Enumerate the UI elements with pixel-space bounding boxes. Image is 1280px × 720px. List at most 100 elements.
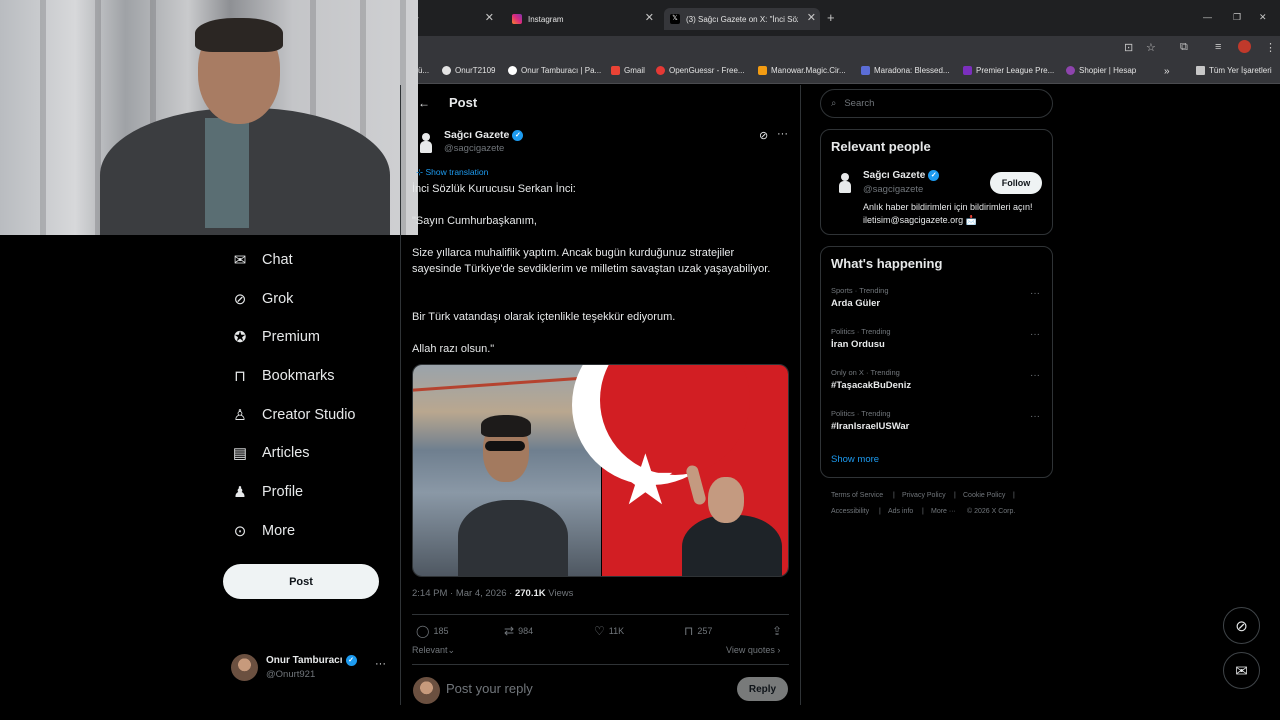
bookmark-item[interactable]: Premier League Pre... bbox=[963, 66, 1054, 75]
reply-avatar bbox=[413, 677, 440, 704]
footer-link[interactable]: Cookie Policy bbox=[963, 492, 1005, 499]
verified-badge-icon: ✓ bbox=[512, 129, 524, 141]
profile-avatar-icon[interactable] bbox=[1238, 40, 1251, 53]
reply-input[interactable]: Post your reply bbox=[446, 681, 533, 696]
footer-link[interactable]: Ads info bbox=[888, 508, 913, 515]
new-tab-button[interactable]: + bbox=[827, 10, 835, 25]
trend-more-icon[interactable]: ··· bbox=[1030, 411, 1040, 422]
author-avatar[interactable] bbox=[418, 130, 434, 156]
bookmark-item[interactable]: OnurT2109 bbox=[442, 66, 495, 75]
footer-link[interactable]: Privacy Policy bbox=[902, 492, 946, 499]
close-icon[interactable]: ✕ bbox=[807, 12, 816, 24]
repost-button[interactable]: ⇄ 984 bbox=[504, 624, 533, 638]
post-more-icon[interactable]: ··· bbox=[777, 128, 788, 140]
all-bookmarks[interactable]: Tüm Yer İşaretleri bbox=[1196, 66, 1272, 75]
account-more-icon[interactable]: ··· bbox=[375, 658, 386, 670]
tweet-line: İnci Sözlük Kurucusu Serkan İnci: bbox=[412, 183, 576, 195]
tab-instagram[interactable]: Instagram ✕ bbox=[512, 8, 658, 30]
premier-league-icon bbox=[963, 66, 972, 75]
bookmark-item[interactable]: Maradona: Blessed... bbox=[861, 66, 950, 75]
bookmark-button[interactable]: ⊓ 257 bbox=[684, 624, 712, 638]
whats-happening-card: What's happening bbox=[820, 246, 1053, 478]
nav-creator-studio[interactable]: ♙ Creator Studio bbox=[231, 403, 355, 427]
nav-more[interactable]: ⊙ More bbox=[231, 519, 295, 543]
tweet-paragraph: Size yıllarca muhaliflik yaptım. Ancak b… bbox=[412, 247, 771, 275]
bookmark-item[interactable]: Shopier | Hesap bbox=[1066, 66, 1136, 75]
extensions-icon[interactable]: ⧉ bbox=[1180, 41, 1188, 54]
grok-float-button[interactable]: ⊘ bbox=[1223, 607, 1260, 644]
nav-profile[interactable]: ♟ Profile bbox=[231, 480, 303, 504]
share-icon: ⇪ bbox=[772, 624, 783, 638]
post-media[interactable]: ★ bbox=[412, 364, 789, 577]
bookmark-item[interactable]: ü... bbox=[418, 66, 429, 75]
trend-more-icon[interactable]: ··· bbox=[1030, 329, 1040, 340]
tab-partial[interactable]: r ✕ bbox=[416, 8, 498, 30]
reply-button-disabled[interactable]: Reply bbox=[737, 677, 788, 701]
reply-button[interactable]: ◯ 185 bbox=[416, 624, 448, 638]
install-app-icon[interactable]: ⊡ bbox=[1124, 41, 1133, 54]
back-arrow-icon[interactable]: ← bbox=[418, 96, 430, 110]
share-button[interactable]: ⇪ bbox=[772, 624, 786, 638]
nav-premium[interactable]: ✪ Premium bbox=[231, 325, 320, 349]
x-logo-icon: 𝕏 bbox=[670, 14, 680, 24]
trend-more-icon[interactable]: ··· bbox=[1030, 288, 1040, 299]
account-switcher[interactable]: Onur Tamburacı ✓ @Onurt921 ··· bbox=[231, 652, 391, 684]
premium-icon: ✪ bbox=[233, 329, 247, 346]
reply-sort-dropdown[interactable]: Relevant⌄ bbox=[412, 645, 455, 656]
post-button[interactable]: Post bbox=[223, 564, 379, 599]
footer-link[interactable]: Terms of Service bbox=[831, 492, 883, 499]
like-button[interactable]: ♡ 11K bbox=[594, 624, 624, 638]
close-icon[interactable]: ✕ bbox=[485, 12, 494, 24]
chevron-right-icon: › bbox=[777, 645, 781, 655]
close-icon[interactable]: ✕ bbox=[645, 12, 654, 24]
close-window-icon[interactable]: ✕ bbox=[1259, 12, 1267, 23]
footer-link[interactable]: More ··· bbox=[931, 508, 956, 515]
bookmark-item[interactable]: Gmail bbox=[611, 66, 645, 75]
author-handle[interactable]: @sagcigazete bbox=[444, 143, 504, 154]
nav-chat[interactable]: ✉ Chat bbox=[231, 248, 293, 272]
restore-icon[interactable]: ❐ bbox=[1233, 12, 1241, 23]
bookmark-item[interactable]: Onur Tamburacı | Pa... bbox=[508, 66, 601, 75]
show-translation-link[interactable]: ⊹ Show translation bbox=[416, 167, 488, 178]
column-divider bbox=[800, 85, 801, 705]
globe-icon bbox=[442, 66, 451, 75]
person-avatar[interactable] bbox=[837, 170, 853, 196]
nav-grok[interactable]: ⊘ Grok bbox=[231, 287, 294, 311]
bookmark-item[interactable]: Manowar.Magic.Cir... bbox=[758, 66, 846, 75]
bookmark-item[interactable]: OpenGuessr - Free... bbox=[656, 66, 745, 75]
tweet-line: Bir Türk vatandaşı olarak içtenlikle teş… bbox=[412, 311, 676, 323]
menu-icon[interactable]: ⋮ bbox=[1265, 41, 1276, 54]
trend-more-icon[interactable]: ··· bbox=[1030, 370, 1040, 381]
media-control-icon[interactable]: ≡ bbox=[1215, 41, 1221, 53]
view-quotes-link[interactable]: View quotes › bbox=[726, 645, 780, 655]
trend-item[interactable]: Politics · Trending #IranIsraelUSWar ··· bbox=[831, 409, 1046, 432]
grok-explain-icon[interactable]: ⊘ bbox=[759, 129, 768, 142]
post-timestamp[interactable]: 2:14 PM · Mar 4, 2026 · bbox=[412, 588, 515, 599]
trend-item[interactable]: Politics · Trending İran Ordusu ··· bbox=[831, 327, 1046, 350]
author-name[interactable]: Sağcı Gazete bbox=[444, 129, 509, 141]
trend-item[interactable]: Only on X · Trending #TaşacakBuDeniz ··· bbox=[831, 368, 1046, 391]
threads-icon bbox=[508, 66, 517, 75]
card-title: What's happening bbox=[831, 256, 943, 271]
avatar bbox=[231, 654, 258, 681]
person-name[interactable]: Sağcı Gazete bbox=[863, 170, 925, 181]
tab-x-post[interactable]: 𝕏 (3) Sağcı Gazete on X: "İnci Sözlü ✕ bbox=[664, 8, 820, 30]
photo-right[interactable]: ★ bbox=[572, 365, 788, 576]
footer-link[interactable]: Accessibility bbox=[831, 508, 869, 515]
nav-articles[interactable]: ▤ Articles bbox=[231, 441, 310, 465]
nav-bookmarks[interactable]: ⊓ Bookmarks bbox=[231, 364, 334, 388]
minimize-icon[interactable]: — bbox=[1203, 12, 1212, 22]
bookmarks-overflow-button[interactable]: » bbox=[1164, 66, 1170, 77]
trend-item[interactable]: Sports · Trending Arda Güler ··· bbox=[831, 286, 1046, 309]
profile-icon: ♟ bbox=[233, 484, 247, 501]
follow-button[interactable]: Follow bbox=[990, 172, 1042, 194]
search-input[interactable]: ⌕ Search bbox=[820, 89, 1053, 118]
page-title: Post bbox=[449, 95, 478, 110]
person-bio: Anlık haber bildirimleri için bildirimle… bbox=[863, 202, 1033, 225]
star-icon[interactable]: ☆ bbox=[1146, 41, 1156, 54]
messages-float-button[interactable]: ✉ bbox=[1223, 652, 1260, 689]
tab-label: (3) Sağcı Gazete on X: "İnci Sözlü bbox=[686, 14, 798, 24]
views-count: 270.1K bbox=[514, 588, 546, 599]
show-more-link[interactable]: Show more bbox=[831, 454, 879, 465]
chevron-down-icon: ⌄ bbox=[447, 645, 456, 655]
